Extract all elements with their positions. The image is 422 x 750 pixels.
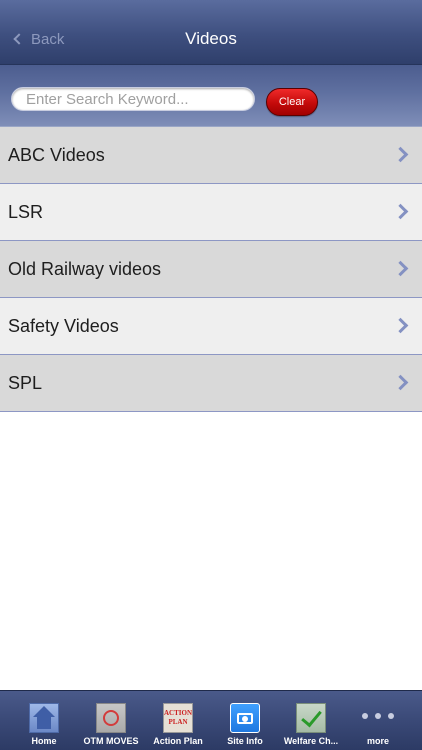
list-item-label: ABC Videos [8,145,105,165]
video-category-list: ABC Videos LSR Old Railway videos Safety… [0,127,422,412]
page-title: Videos [185,29,237,48]
list-item-label: Safety Videos [8,316,119,336]
clear-button[interactable]: Clear [266,88,318,116]
list-item-label: Old Railway videos [8,259,162,279]
checkmark-icon [296,703,326,733]
tab-label: more [366,736,389,746]
otm-moves-icon [96,703,126,733]
search-bar [0,65,422,127]
list-item[interactable]: Safety Videos [0,298,422,355]
action-plan-icon: ACTION PLAN [163,703,193,733]
tab-more[interactable]: more [345,691,411,750]
camera-icon [230,703,260,733]
navigation-bar: Back Videos [0,0,422,65]
chevron-right-icon [392,203,409,220]
chevron-right-icon [392,317,409,334]
home-icon [29,703,59,733]
list-item[interactable]: LSR [0,184,422,241]
list-item[interactable]: SPL [0,355,422,412]
screen: Back Videos Clear ABC Videos LSR Old Rai… [0,0,422,750]
list-item-label: SPL [8,373,43,393]
search-input[interactable] [11,87,255,111]
list-item[interactable]: Old Railway videos [0,241,422,298]
chevron-right-icon [392,146,409,163]
chevron-right-icon [392,260,409,277]
tab-bar: Home OTM MOVES ACTION PLAN Action Plan S… [0,690,422,750]
chevron-right-icon [392,374,409,391]
list-item-label: LSR [8,202,44,222]
more-icon [361,703,395,733]
list-item[interactable]: ABC Videos [0,127,422,184]
